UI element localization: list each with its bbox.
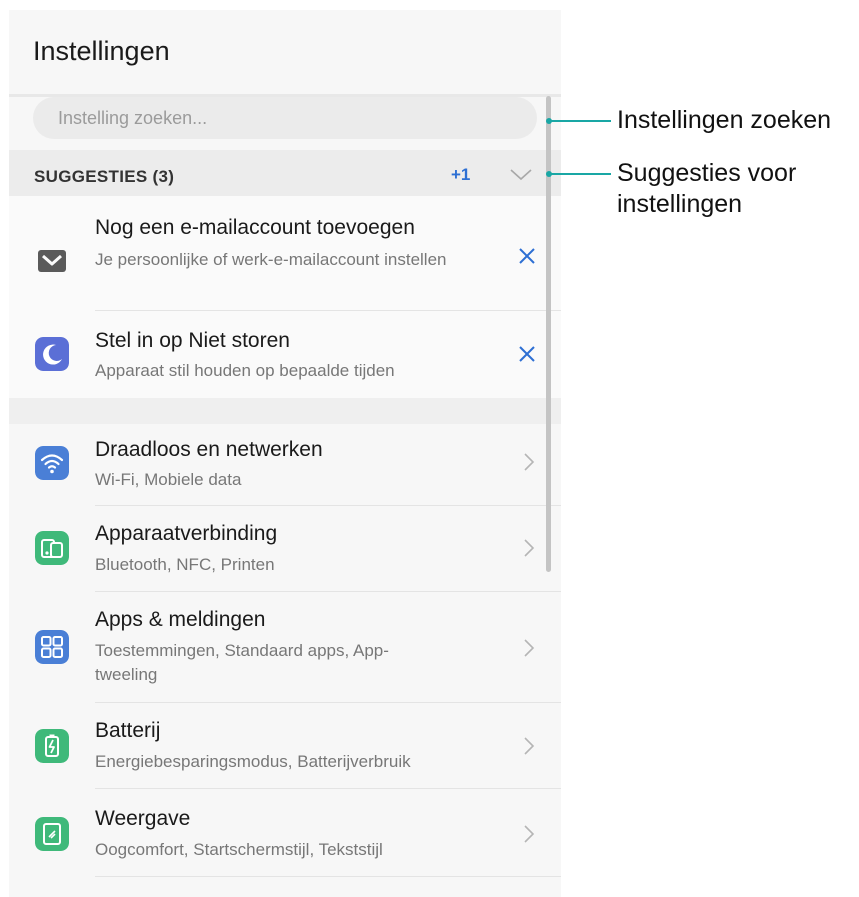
page-title: Instellingen [33,36,170,66]
close-icon[interactable] [517,344,537,364]
settings-item-title: Apps & meldingen [95,608,266,631]
display-icon [35,817,69,851]
callout-suggestions-label: Suggesties voor instellingen [617,159,797,218]
mail-icon [38,250,66,272]
apps-grid-icon [35,630,69,664]
chevron-down-icon[interactable] [509,168,533,182]
settings-item-display[interactable]: Weergave Oogcomfort, Startschermstijl, T… [9,789,561,877]
close-icon[interactable] [517,246,537,266]
settings-item-subtitle: Energiebesparingsmodus, Batterijverbruik [95,752,411,771]
suggestion-do-not-disturb[interactable]: Stel in op Niet storen Apparaat stil hou… [9,311,561,398]
suggestions-more-count[interactable]: +1 [451,165,470,185]
battery-icon [35,729,69,763]
row-divider [95,876,561,877]
chevron-right-icon [524,539,535,557]
scrollbar[interactable] [546,96,551,572]
settings-item-apps[interactable]: Apps & meldingen Toestemmingen, Standaar… [9,592,561,703]
settings-item-device-connection[interactable]: Apparaatverbinding Bluetooth, NFC, Print… [9,506,561,592]
suggestions-title: SUGGESTIES (3) [34,167,175,186]
settings-item-subtitle: Oogcomfort, Startschermstijl, Tekststijl [95,840,383,859]
suggestion-title: Nog een e-mailaccount toevoegen [95,216,415,239]
chevron-right-icon [524,639,535,657]
search-input[interactable]: Instelling zoeken... [33,97,537,139]
settings-item-title: Batterij [95,719,161,742]
suggestion-subtitle: Je persoonlijke of werk-e-mailaccount in… [95,250,447,269]
settings-item-title: Draadloos en netwerken [95,438,323,461]
settings-item-title: Apparaatverbinding [95,522,278,545]
suggestion-subtitle: Apparaat stil houden op bepaalde tijden [95,361,395,380]
suggestion-add-email[interactable]: Nog een e-mailaccount toevoegen Je perso… [9,196,561,311]
callout-search-label: Instellingen zoeken [617,106,832,134]
suggestion-title: Stel in op Niet storen [95,329,290,352]
settings-item-wireless[interactable]: Draadloos en netwerken Wi-Fi, Mobiele da… [9,424,561,506]
settings-screen: Instellingen Instelling zoeken... SUGGES… [9,10,561,897]
settings-item-subtitle: Bluetooth, NFC, Printen [95,555,275,574]
device-connection-icon [35,531,69,565]
search-placeholder: Instelling zoeken... [58,108,208,128]
suggestions-header[interactable]: SUGGESTIES (3) +1 [9,150,561,196]
chevron-right-icon [524,737,535,755]
wifi-icon [35,446,69,480]
callout-suggestions-line [549,173,611,175]
section-spacer [9,398,561,424]
settings-item-subtitle: Toestemmingen, Standaard apps, App-tweel… [95,641,389,684]
settings-item-battery[interactable]: Batterij Energiebesparingsmodus, Batteri… [9,703,561,789]
settings-item-subtitle: Wi-Fi, Mobiele data [95,470,242,489]
moon-icon [35,337,69,371]
settings-item-title: Weergave [95,807,191,830]
chevron-right-icon [524,453,535,471]
chevron-right-icon [524,825,535,843]
callout-search-line [549,120,611,122]
